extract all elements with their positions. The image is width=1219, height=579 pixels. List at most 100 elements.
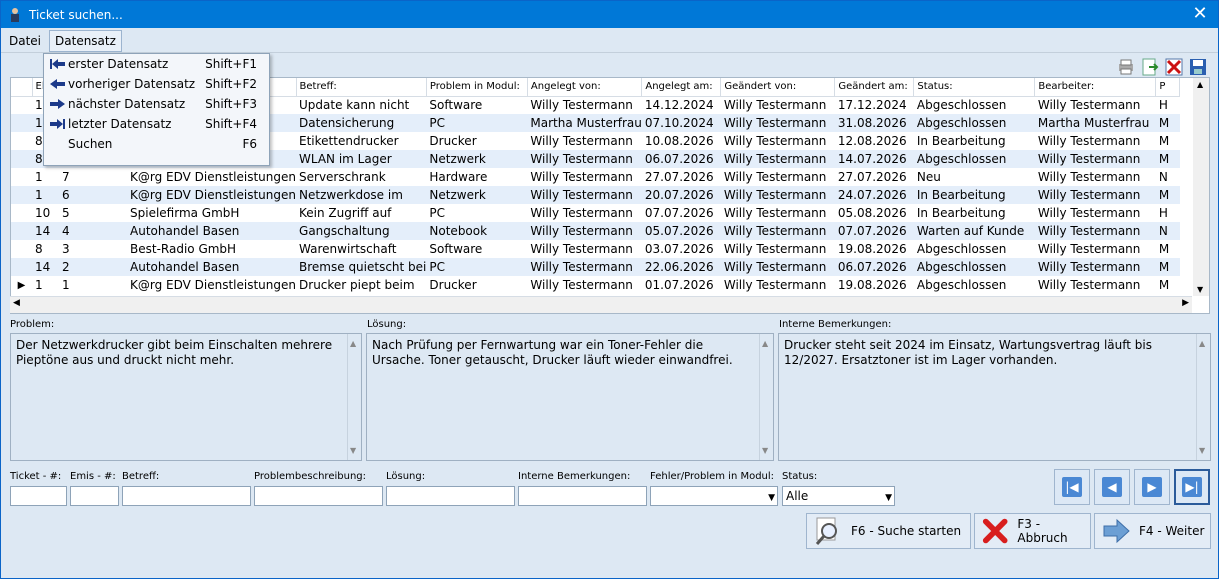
table-cell[interactable]: Neu bbox=[914, 168, 1035, 186]
table-cell[interactable]: Willy Testermann bbox=[1034, 150, 1156, 168]
first-record-button[interactable]: |◀ bbox=[1054, 469, 1090, 505]
table-cell[interactable]: Willy Testermann bbox=[1034, 258, 1156, 276]
table-cell[interactable]: Netzwerkdose im bbox=[296, 186, 427, 204]
table-cell[interactable]: Drucker bbox=[426, 276, 527, 294]
table-cell[interactable]: 27.07.2026 bbox=[642, 168, 721, 186]
emis-filter-input[interactable] bbox=[70, 486, 119, 506]
grid-header-cell[interactable]: Geändert von: bbox=[720, 78, 836, 97]
row-indicator[interactable] bbox=[11, 186, 32, 204]
table-cell[interactable]: 14 bbox=[32, 222, 59, 240]
row-indicator[interactable] bbox=[11, 258, 32, 276]
close-icon[interactable]: ✕ bbox=[1190, 4, 1210, 24]
row-indicator[interactable] bbox=[11, 114, 32, 132]
table-cell[interactable]: Kein Zugriff auf bbox=[296, 204, 426, 222]
table-cell[interactable]: N bbox=[1156, 168, 1180, 186]
table-row[interactable]: 1 7 K@rg EDV Dienstleistungen Serverschrank… bbox=[11, 168, 1180, 186]
table-cell[interactable]: 31.08.2026 bbox=[834, 114, 914, 132]
grid-header-cell[interactable]: Angelegt von: bbox=[527, 78, 643, 97]
table-cell[interactable]: Warenwirtschaft bbox=[296, 240, 426, 258]
table-cell[interactable]: Update kann nicht bbox=[296, 96, 426, 114]
table-cell[interactable]: 27.07.2026 bbox=[835, 168, 914, 186]
table-cell[interactable]: Willy Testermann bbox=[720, 114, 835, 132]
table-cell[interactable]: Willy Testermann bbox=[527, 240, 641, 258]
cancel-button[interactable]: F3 - Abbruch bbox=[974, 513, 1091, 549]
table-cell[interactable]: Willy Testermann bbox=[720, 186, 835, 204]
table-cell[interactable]: In Bearbeitung bbox=[914, 132, 1035, 150]
table-cell[interactable]: Abgeschlossen bbox=[914, 96, 1035, 114]
table-cell[interactable]: 14 bbox=[32, 258, 59, 276]
table-row[interactable]: 14 2 Autohandel Basen Bremse quietscht bei P… bbox=[11, 258, 1180, 276]
table-cell[interactable]: Etikettendrucker bbox=[296, 132, 426, 150]
bemerkungen-filter-input[interactable] bbox=[518, 486, 647, 506]
table-cell[interactable]: Abgeschlossen bbox=[913, 114, 1035, 132]
table-cell[interactable]: 2 bbox=[59, 258, 127, 276]
table-cell[interactable]: 10.08.2026 bbox=[642, 132, 721, 150]
next-record-button[interactable]: ▶ bbox=[1134, 469, 1170, 505]
table-cell[interactable]: N bbox=[1155, 222, 1180, 240]
table-cell[interactable]: Willy Testermann bbox=[1035, 276, 1156, 294]
table-cell[interactable]: Willy Testermann bbox=[527, 258, 642, 276]
search-start-button[interactable]: F6 - Suche starten bbox=[806, 513, 971, 549]
table-cell[interactable]: Netzwerk bbox=[426, 150, 528, 168]
table-cell[interactable]: Willy Testermann bbox=[720, 150, 835, 168]
row-indicator[interactable] bbox=[11, 168, 32, 186]
delete-icon[interactable] bbox=[1164, 57, 1184, 77]
table-cell[interactable]: H bbox=[1156, 96, 1180, 114]
table-cell[interactable]: 03.07.2026 bbox=[642, 240, 721, 258]
table-cell[interactable]: Gangschaltung bbox=[296, 222, 427, 240]
table-cell[interactable]: 10 bbox=[32, 204, 59, 222]
table-cell[interactable]: 01.07.2026 bbox=[642, 276, 721, 294]
table-cell[interactable]: Datensicherung bbox=[296, 114, 427, 132]
table-cell[interactable]: M bbox=[1155, 114, 1180, 132]
table-cell[interactable]: Willy Testermann bbox=[721, 240, 835, 258]
remarks-memo-scrollbar[interactable]: ▲ ▼ bbox=[1196, 334, 1210, 460]
problem-memo[interactable]: Der Netzwerkdrucker gibt beim Einschalte… bbox=[10, 333, 362, 461]
table-cell[interactable]: 07.07.2026 bbox=[834, 222, 914, 240]
table-cell[interactable]: Willy Testermann bbox=[721, 96, 835, 114]
table-cell[interactable]: Martha Musterfrau bbox=[527, 114, 642, 132]
table-cell[interactable]: M bbox=[1155, 150, 1180, 168]
row-indicator[interactable] bbox=[11, 132, 32, 150]
table-cell[interactable]: 24.07.2026 bbox=[834, 186, 914, 204]
ticket-filter-input[interactable] bbox=[10, 486, 67, 506]
table-cell[interactable]: Willy Testermann bbox=[527, 204, 641, 222]
table-cell[interactable]: 05.07.2026 bbox=[641, 222, 721, 240]
problem-memo-scrollbar[interactable]: ▲ ▼ bbox=[347, 334, 361, 460]
betreff-filter-input[interactable] bbox=[122, 486, 251, 506]
row-indicator[interactable] bbox=[11, 222, 32, 240]
table-cell[interactable]: PC bbox=[426, 258, 528, 276]
table-cell[interactable]: Willy Testermann bbox=[527, 276, 641, 294]
table-cell[interactable]: 05.08.2026 bbox=[835, 204, 914, 222]
loesung-filter-input[interactable] bbox=[386, 486, 515, 506]
solution-memo[interactable]: Nach Prüfung per Fernwartung war ein Ton… bbox=[366, 333, 774, 461]
table-cell[interactable]: Willy Testermann bbox=[527, 96, 641, 114]
table-row[interactable]: 8 3 Best-Radio GmbH Warenwirtschaft Software… bbox=[11, 240, 1180, 258]
table-cell[interactable]: Abgeschlossen bbox=[913, 258, 1035, 276]
table-cell[interactable]: In Bearbeitung bbox=[913, 186, 1035, 204]
scroll-down-icon[interactable]: ▼ bbox=[1197, 285, 1203, 294]
table-row[interactable]: 14 4 Autohandel Basen Gangschaltung Notebook… bbox=[11, 222, 1180, 240]
table-cell[interactable]: Willy Testermann bbox=[720, 258, 835, 276]
table-cell[interactable]: Abgeschlossen bbox=[914, 276, 1035, 294]
table-cell[interactable]: 7 bbox=[59, 168, 127, 186]
table-cell[interactable]: PC bbox=[426, 114, 528, 132]
print-icon[interactable] bbox=[1116, 57, 1136, 77]
table-cell[interactable]: Willy Testermann bbox=[527, 186, 642, 204]
table-cell[interactable]: Willy Testermann bbox=[527, 150, 642, 168]
table-cell[interactable]: Willy Testermann bbox=[720, 222, 835, 240]
table-cell[interactable]: M bbox=[1155, 258, 1180, 276]
row-indicator[interactable] bbox=[11, 150, 32, 168]
table-cell[interactable]: 07.10.2024 bbox=[641, 114, 721, 132]
table-cell[interactable]: Bremse quietscht bei bbox=[296, 258, 427, 276]
table-cell[interactable]: Martha Musterfrau bbox=[1034, 114, 1156, 132]
remarks-memo[interactable]: Drucker steht seit 2024 im Einsatz, Wart… bbox=[778, 333, 1211, 461]
table-cell[interactable]: Spielefirma GmbH bbox=[127, 204, 296, 222]
grid-header-cell[interactable]: P bbox=[1155, 78, 1181, 97]
grid-header-cell[interactable]: Problem in Modul: bbox=[426, 78, 528, 97]
table-cell[interactable]: 6 bbox=[59, 186, 127, 204]
menu-item-last-record[interactable]: letzter Datensatz Shift+F4 bbox=[44, 114, 269, 134]
table-cell[interactable]: Drucker bbox=[426, 132, 527, 150]
table-cell[interactable]: Best-Radio GmbH bbox=[127, 240, 296, 258]
table-cell[interactable]: PC bbox=[426, 204, 527, 222]
table-cell[interactable]: Willy Testermann bbox=[527, 222, 642, 240]
